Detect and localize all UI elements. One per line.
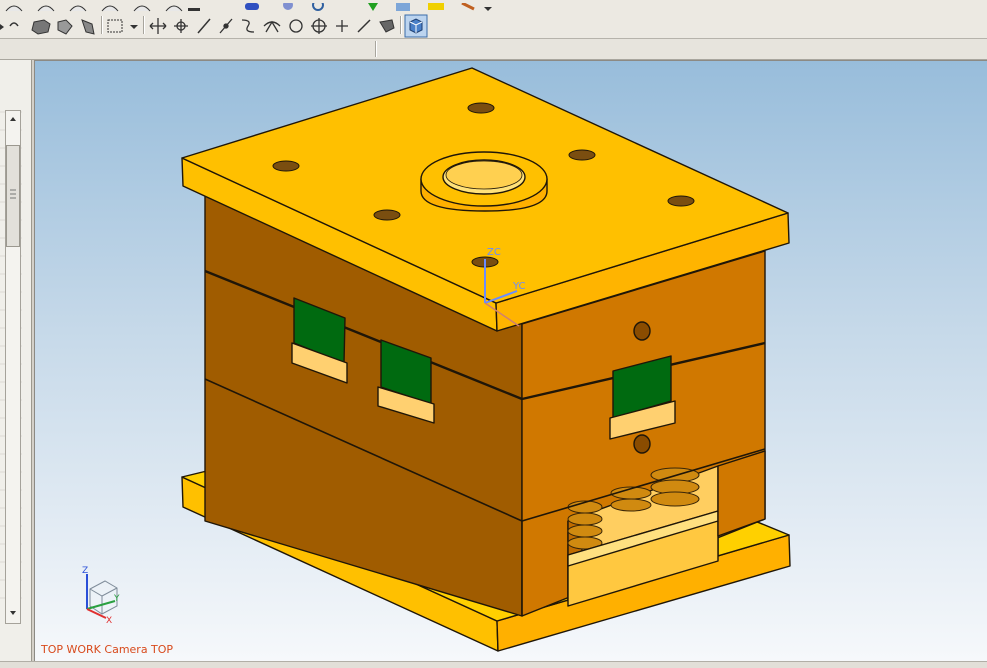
- green-arrow-icon[interactable]: [368, 3, 378, 11]
- fan-icon[interactable]: [263, 20, 281, 33]
- minus-icon[interactable]: [188, 8, 200, 11]
- line-icon[interactable]: [197, 18, 211, 34]
- csys-y-label: YC: [512, 281, 526, 292]
- box-select-icon[interactable]: [107, 19, 123, 33]
- window-icon[interactable]: [396, 3, 410, 11]
- toolbar-separator: [375, 41, 377, 57]
- view-cube-icon[interactable]: [404, 14, 428, 38]
- mold-assembly-model[interactable]: ZC YC Z Y X: [35, 61, 987, 661]
- orbit-icon[interactable]: [312, 0, 324, 11]
- folder-icon[interactable]: [428, 3, 444, 10]
- chevron-down-icon[interactable]: [484, 7, 492, 11]
- view-triad[interactable]: Z Y X: [82, 566, 120, 626]
- move-object-icon[interactable]: [149, 18, 167, 34]
- side-hole-lower: [633, 434, 651, 454]
- secondary-toolbar: [0, 39, 987, 60]
- overflow-chevron-icon[interactable]: [0, 24, 4, 30]
- solid-body-icon[interactable]: [31, 19, 51, 35]
- arc-line-icon[interactable]: [219, 18, 233, 34]
- undo-icon[interactable]: [9, 22, 19, 27]
- toolbar-separator: [143, 16, 145, 34]
- panel-scroll-thumb[interactable]: [6, 145, 20, 247]
- blend-icon[interactable]: [57, 19, 73, 35]
- triad-x-label: X: [106, 616, 112, 626]
- main-toolbar-icons: [0, 14, 428, 38]
- spline-icon[interactable]: [241, 19, 255, 33]
- layer-icon[interactable]: [245, 3, 259, 10]
- toolbar-separator: [400, 16, 402, 34]
- eye-view-icons[interactable]: [5, 5, 183, 12]
- select-dropdown-icon[interactable]: [130, 25, 138, 29]
- locating-ring[interactable]: [420, 151, 548, 212]
- triad-z-label: Z: [82, 566, 88, 576]
- circle-icon[interactable]: [289, 19, 303, 33]
- view-name-label: TOP WORK Camera TOP: [41, 643, 174, 656]
- rotate-object-icon[interactable]: [174, 19, 188, 33]
- csys-z-label: ZC: [487, 247, 501, 258]
- main-toolbar: [0, 12, 987, 39]
- triad-y-label: Y: [113, 594, 120, 604]
- scroll-up-icon[interactable]: [10, 117, 16, 121]
- globe-icon[interactable]: [283, 0, 293, 10]
- graphics-viewport[interactable]: ZC YC Z Y X TOP WORK Camera TOP: [34, 60, 987, 662]
- side-hole-upper: [633, 321, 651, 341]
- plus-icon[interactable]: [336, 20, 348, 32]
- toolbar-separator: [101, 16, 103, 34]
- line-tool-icon[interactable]: [357, 19, 371, 33]
- tool-bucket-icon[interactable]: [379, 19, 395, 33]
- crosshair-point-icon[interactable]: [311, 18, 327, 34]
- scroll-down-icon[interactable]: [10, 611, 16, 615]
- chamfer-icon[interactable]: [81, 19, 95, 35]
- pencil-icon[interactable]: [461, 1, 475, 11]
